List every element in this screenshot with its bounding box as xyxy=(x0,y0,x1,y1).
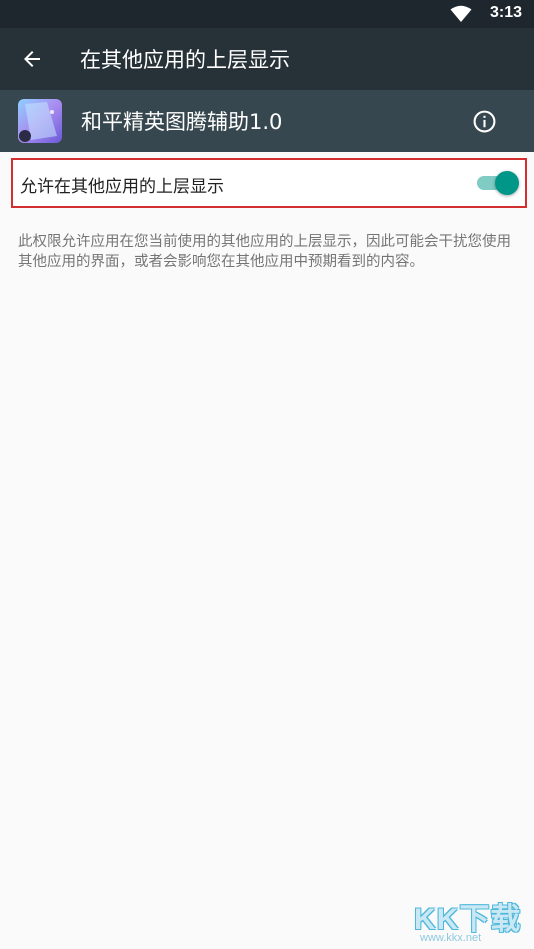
info-icon[interactable] xyxy=(472,109,497,134)
status-time: 3:13 xyxy=(489,4,522,21)
permission-description: 此权限允许应用在您当前使用的其他应用的上层显示，因此可能会干扰您使用其他应用的界… xyxy=(18,234,511,270)
watermark-url: www.kkx.net xyxy=(420,932,482,944)
permission-label: 允许在其他应用的上层显示 xyxy=(20,177,224,197)
app-header: 和平精英图腾辅助1.0 xyxy=(0,90,534,152)
page-title: 在其他应用的上层显示 xyxy=(80,48,290,72)
switch-thumb xyxy=(495,171,519,195)
wifi-icon xyxy=(450,5,472,22)
toolbar: 在其他应用的上层显示 xyxy=(0,28,534,90)
permission-switch[interactable] xyxy=(475,171,519,195)
status-bar: 3:13 xyxy=(0,0,534,28)
permission-toggle-row[interactable]: 允许在其他应用的上层显示 xyxy=(11,158,527,208)
watermark-logo: KK下载 www.kkx.net xyxy=(414,894,530,946)
arrow-back-icon[interactable] xyxy=(20,47,44,71)
app-name: 和平精英图腾辅助1.0 xyxy=(81,110,283,134)
app-icon xyxy=(18,99,62,143)
